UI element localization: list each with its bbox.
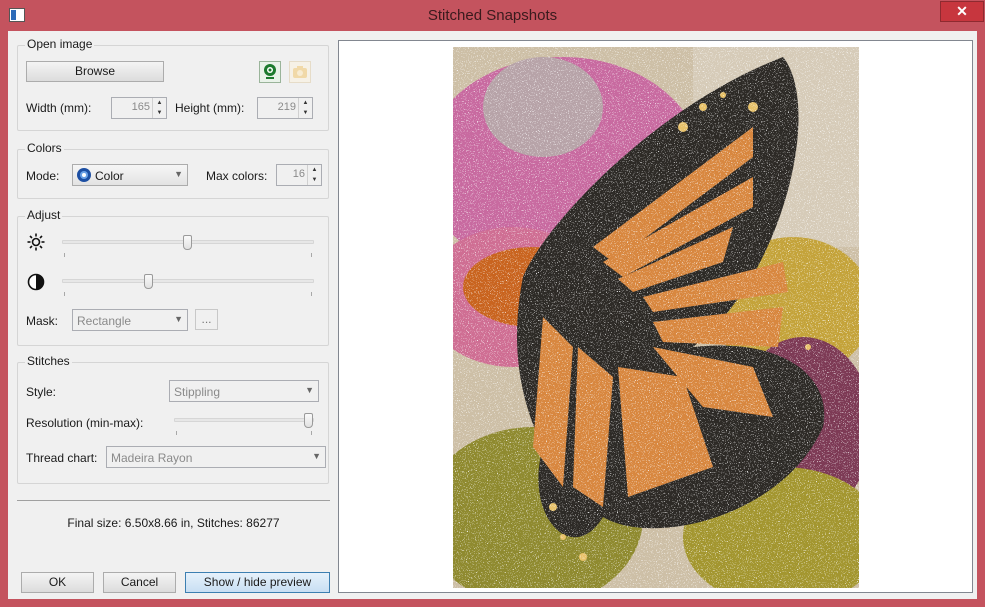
preview-panel: [338, 40, 973, 593]
stitches-group: Stitches Style: Stippling ▼ Resolution (…: [17, 354, 329, 484]
width-spin-arrows[interactable]: ▲ ▼: [152, 98, 166, 118]
open-image-group-title: Open image: [25, 37, 95, 51]
height-spin-arrows[interactable]: ▲ ▼: [298, 98, 312, 118]
slider-tick: [64, 292, 65, 296]
max-colors-label: Max colors:: [206, 169, 268, 183]
contrast-icon: [27, 273, 45, 294]
contrast-slider[interactable]: [62, 274, 314, 298]
thread-chart-combobox[interactable]: Madeira Rayon ▼: [106, 446, 326, 468]
style-label: Style:: [26, 385, 57, 399]
height-spinbox[interactable]: 219 ▲ ▼: [257, 97, 313, 119]
width-label: Width (mm):: [26, 101, 92, 115]
separator: [17, 500, 330, 501]
chevron-down-icon: ▼: [174, 169, 183, 179]
brightness-icon: [27, 233, 45, 254]
resolution-thumb[interactable]: [304, 413, 313, 428]
mode-combobox[interactable]: Color ▼: [72, 164, 188, 186]
mask-label: Mask:: [26, 314, 59, 328]
resolution-label: Resolution (min-max):: [26, 416, 144, 430]
contrast-track: [62, 279, 314, 283]
mode-value: Color: [95, 169, 124, 183]
resolution-slider[interactable]: [174, 413, 314, 437]
chevron-down-icon: ▼: [312, 451, 321, 461]
max-colors-spin-arrows[interactable]: ▲ ▼: [307, 165, 321, 185]
adjust-group: Adjust Mask: Rectangle ▼ ...: [17, 208, 329, 346]
colors-group: Colors Mode: Color ▼ Max colors: 16 ▲ ▼: [17, 141, 329, 199]
ok-button[interactable]: OK: [21, 572, 94, 593]
window-title: Stitched Snapshots: [427, 7, 558, 24]
color-wheel-icon: [76, 167, 92, 186]
height-label: Height (mm):: [175, 101, 245, 115]
slider-tick: [311, 431, 312, 435]
slider-tick: [311, 253, 312, 257]
chevron-down-icon: ▼: [305, 385, 314, 395]
cancel-button[interactable]: Cancel: [103, 572, 176, 593]
brightness-thumb[interactable]: [183, 235, 192, 250]
dialog-body: Open image Browse Width (mm): 165 ▲ ▼ Hei…: [8, 31, 977, 599]
mask-options-button[interactable]: ...: [195, 309, 218, 330]
contrast-thumb[interactable]: [144, 274, 153, 289]
slider-tick: [311, 292, 312, 296]
slider-tick: [176, 431, 177, 435]
title-bar[interactable]: Stitched Snapshots ✕: [0, 0, 985, 31]
browse-button[interactable]: Browse: [26, 61, 164, 82]
resolution-track: [174, 418, 314, 422]
toggle-preview-button[interactable]: Show / hide preview: [185, 572, 330, 593]
mode-label: Mode:: [26, 169, 60, 183]
height-value: 219: [277, 101, 296, 113]
embroidery-preview-image: [453, 47, 859, 588]
app-window: Stitched Snapshots ✕ Open image Browse W…: [0, 0, 985, 607]
chevron-down-icon: ▼: [174, 314, 183, 324]
width-spinbox[interactable]: 165 ▲ ▼: [111, 97, 167, 119]
brightness-slider[interactable]: [62, 235, 314, 259]
close-button[interactable]: ✕: [940, 1, 984, 22]
mask-value: Rectangle: [77, 314, 132, 328]
style-value: Stippling: [174, 385, 221, 399]
max-colors-spinbox[interactable]: 16 ▲ ▼: [276, 164, 322, 186]
mask-combobox[interactable]: Rectangle ▼: [72, 309, 188, 331]
webcam-icon[interactable]: [259, 61, 281, 83]
thread-chart-value: Madeira Rayon: [111, 451, 193, 465]
adjust-group-title: Adjust: [25, 208, 63, 222]
thread-chart-label: Thread chart:: [26, 451, 98, 465]
slider-tick: [64, 253, 65, 257]
open-image-group: Open image Browse Width (mm): 165 ▲ ▼ Hei…: [17, 37, 329, 131]
final-size-summary: Final size: 6.50x8.66 in, Stitches: 8627…: [67, 516, 280, 530]
colors-group-title: Colors: [25, 141, 64, 155]
max-colors-value: 16: [292, 168, 305, 180]
style-combobox[interactable]: Stippling ▼: [169, 380, 319, 402]
stitches-group-title: Stitches: [25, 354, 72, 368]
width-value: 165: [131, 101, 150, 113]
camera-icon[interactable]: [289, 61, 311, 83]
